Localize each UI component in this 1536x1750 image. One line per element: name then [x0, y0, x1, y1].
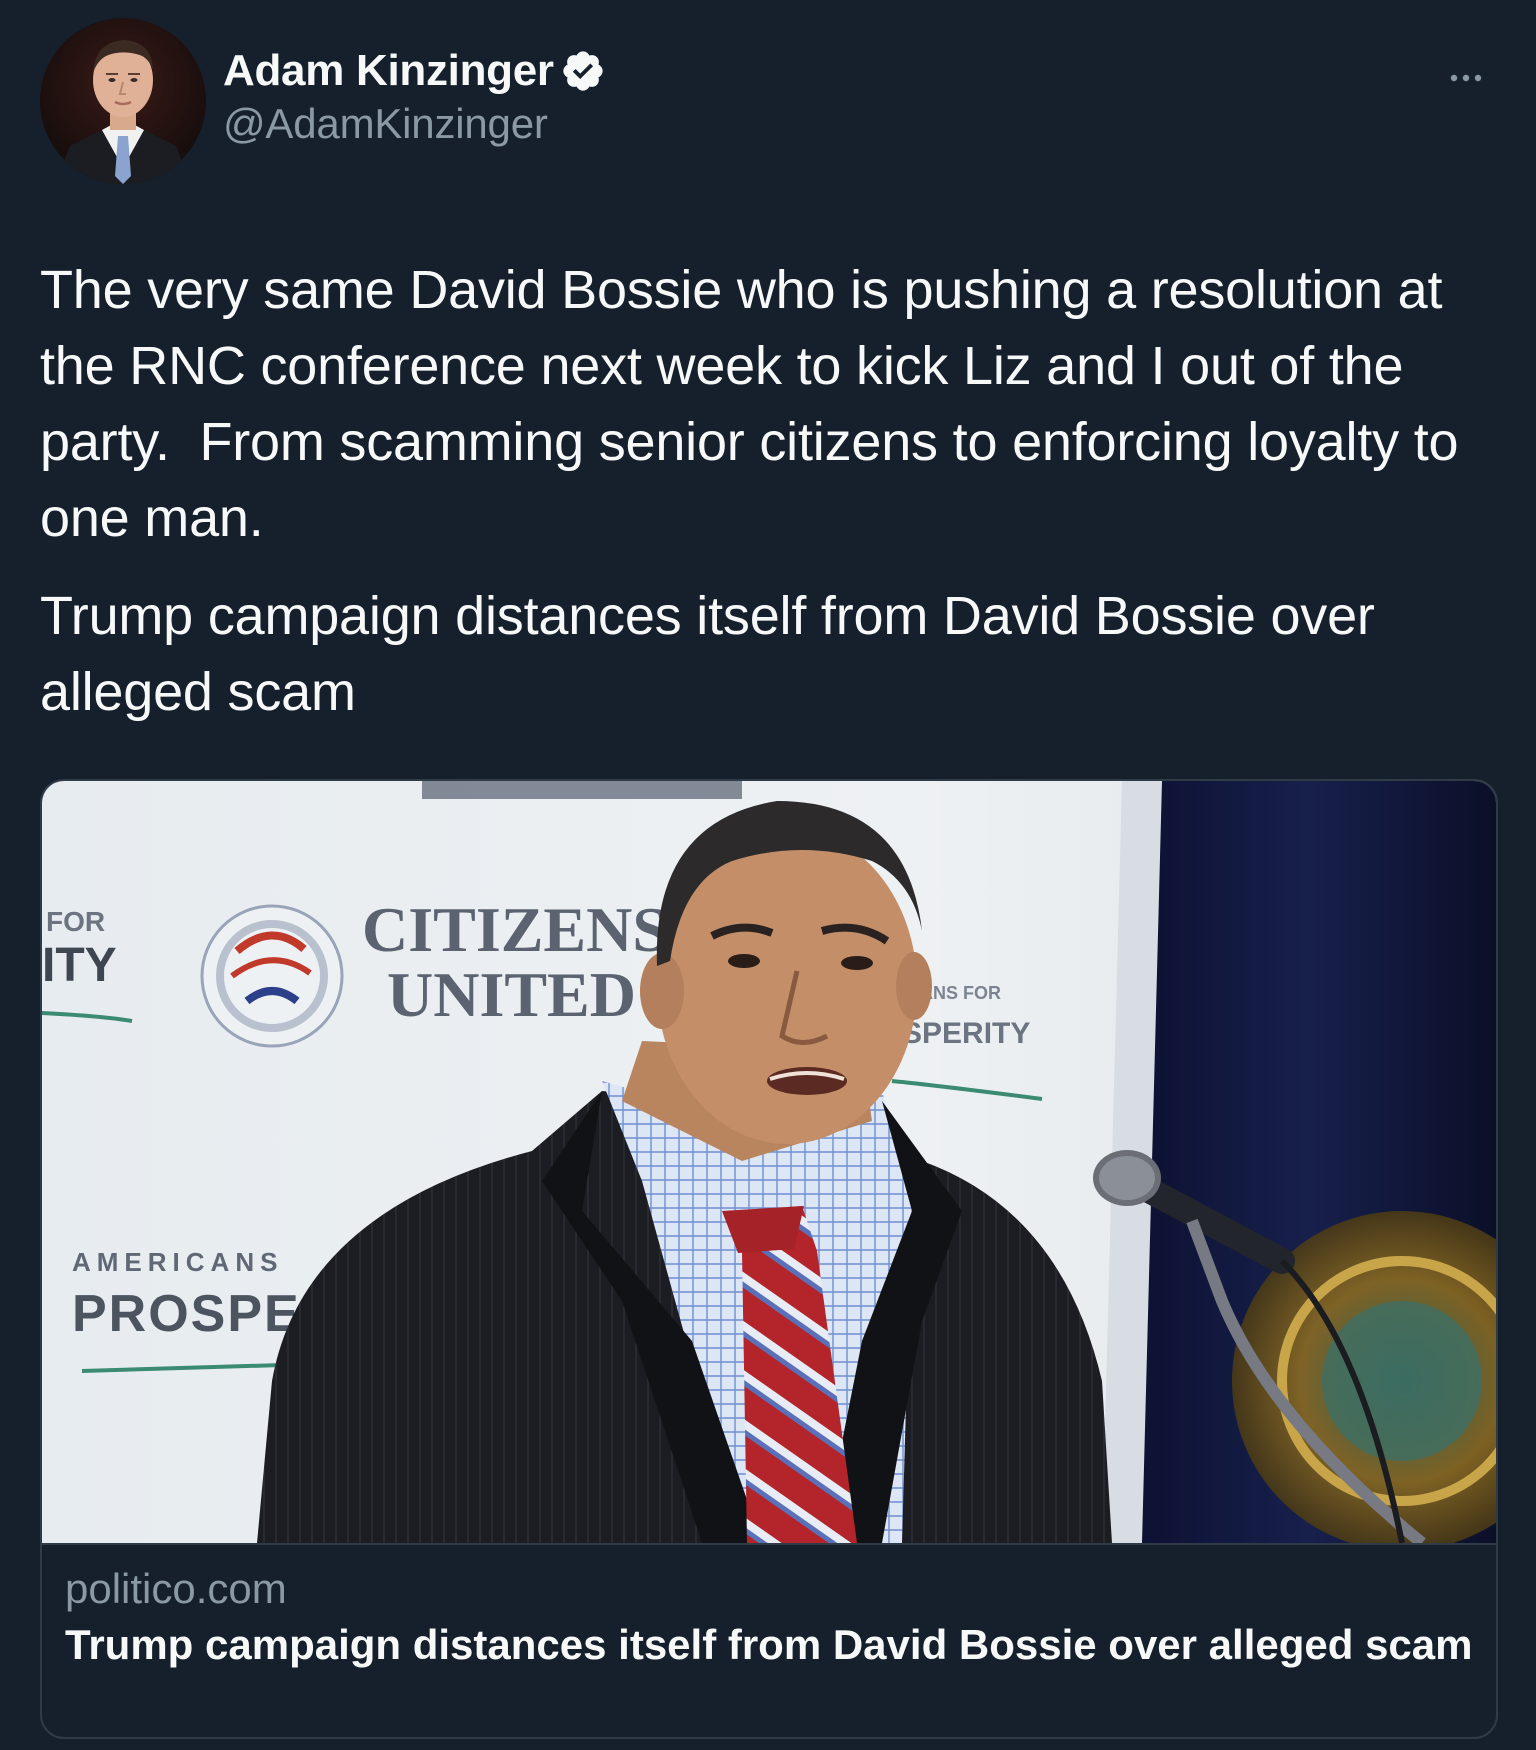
link-domain: politico.com	[65, 1565, 287, 1612]
link-preview-card[interactable]: FOR ITY CITIZENS UNITED ICANS FOR SPERIT…	[40, 779, 1498, 1739]
sign-citizens: CITIZENS	[362, 894, 668, 965]
username-handle[interactable]: @AdamKinzinger	[223, 100, 606, 148]
link-card-image: FOR ITY CITIZENS UNITED ICANS FOR SPERIT…	[42, 781, 1496, 1543]
tweet-header: Adam Kinzinger @AdamKinzinger	[40, 18, 1496, 188]
more-dots-icon	[1450, 74, 1482, 82]
tweet-headline-text: Trump campaign distances itself from Dav…	[40, 586, 1375, 722]
card-divider	[42, 1543, 1496, 1545]
more-options-button[interactable]	[1436, 58, 1496, 98]
sign-united: UNITED	[387, 959, 636, 1030]
tweet-text: The very same David Bossie who is pushin…	[40, 260, 1474, 548]
profile-photo	[40, 18, 206, 184]
sign-fragment-bottom: ITY	[42, 939, 117, 992]
sign-fragment-top: FOR	[46, 906, 105, 937]
display-name[interactable]: Adam Kinzinger	[223, 46, 554, 96]
display-name-row: Adam Kinzinger	[223, 44, 606, 98]
link-title: Trump campaign distances itself from Dav…	[65, 1621, 1473, 1668]
link-card-meta: politico.com Trump campaign distances it…	[65, 1561, 1475, 1673]
sign-right-bottom: SPERITY	[902, 1017, 1030, 1050]
author-info: Adam Kinzinger @AdamKinzinger	[223, 44, 606, 148]
avatar[interactable]	[40, 18, 206, 184]
sign-americans: AMERICANS	[72, 1247, 283, 1277]
article-photo: FOR ITY CITIZENS UNITED ICANS FOR SPERIT…	[42, 781, 1496, 1543]
verified-badge-icon	[560, 48, 606, 94]
